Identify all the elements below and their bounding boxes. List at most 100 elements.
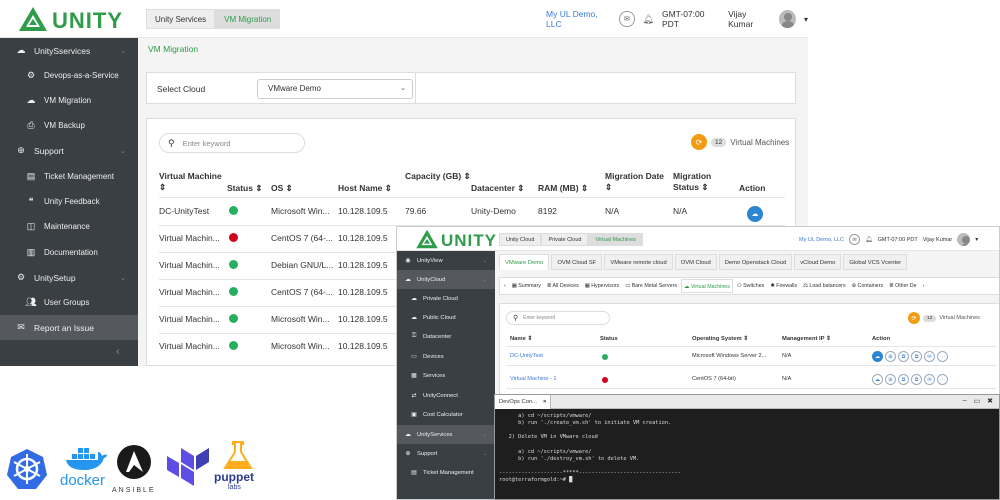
- org-name[interactable]: My UL Demo, LLC: [546, 9, 611, 29]
- unity-logo[interactable]: UNITY: [407, 228, 497, 250]
- vm-name-link[interactable]: Virtual Machine - 1: [510, 376, 557, 382]
- breadcrumb-vm-migration[interactable]: VM Migration: [215, 9, 281, 29]
- cloud-select[interactable]: VMware Demo ⌄: [257, 79, 413, 99]
- column-header[interactable]: Datacenter ⇕: [471, 183, 537, 194]
- snapshot-icon[interactable]: ⧉: [898, 351, 909, 362]
- snapshot-icon[interactable]: ⧉: [898, 374, 909, 385]
- more-icon[interactable]: ⋯: [937, 374, 948, 385]
- resource-tab[interactable]: ▦ Summary: [510, 279, 543, 293]
- resource-tab[interactable]: ⊛ Containers: [850, 279, 886, 293]
- sidebar-item[interactable]: ◫ Maintenance: [0, 214, 138, 239]
- column-header[interactable]: Capacity (GB) ⇕: [405, 171, 471, 182]
- sidebar-item[interactable]: ⚙ Devops-as-a-Service: [0, 63, 138, 88]
- cloud-tab[interactable]: OVM Cloud SF: [551, 254, 603, 270]
- mail-icon[interactable]: ✉: [849, 234, 861, 245]
- mail-icon[interactable]: ✉: [924, 374, 935, 385]
- more-icon[interactable]: ⋯: [937, 351, 948, 362]
- breadcrumb-virtual-machines[interactable]: Virtual Machines: [588, 233, 644, 246]
- sidebar-item[interactable]: ⊕ Support ⌄: [397, 444, 495, 463]
- minimize-icon[interactable]: –: [963, 397, 967, 405]
- resource-tab[interactable]: ☁ Virtual Machines: [681, 279, 733, 293]
- power-icon[interactable]: ☁: [872, 351, 883, 362]
- resource-tab[interactable]: ▦ Hypervisors: [583, 279, 621, 293]
- sidebar-item[interactable]: ⇄ UnityConnect: [397, 386, 495, 405]
- column-header[interactable]: Migration Date ⇕: [605, 171, 671, 193]
- sidebar-item[interactable]: ⚙ UnitySetup ⌄: [0, 265, 138, 290]
- chevron-left-icon[interactable]: ‹: [116, 346, 120, 358]
- sidebar-item[interactable]: ▣ Cost Calculator: [397, 405, 495, 424]
- terminal-output[interactable]: a) cd ~/scripts/vmware/ b) run './create…: [499, 413, 997, 484]
- devops-terminal[interactable]: DevOps Con... × – ▭ ✖ a) cd ~/scripts/vm…: [494, 394, 1000, 500]
- sidebar-item[interactable]: ❝ Unity Feedback: [0, 189, 138, 214]
- sidebar-item[interactable]: ☁ UnitySservices ⌄: [0, 38, 138, 63]
- sidebar-item[interactable]: ☁ UnityCloud ⌄: [397, 270, 495, 289]
- cloud-tab[interactable]: Demo Openstack Cloud: [718, 254, 793, 270]
- cloud-tab[interactable]: Global VCS Vcenter: [843, 254, 908, 270]
- power-icon[interactable]: ☁: [872, 374, 883, 385]
- breadcrumb-private-cloud[interactable]: Private Cloud: [541, 233, 589, 246]
- cloud-upload-action-icon[interactable]: ☁: [747, 206, 763, 222]
- chevron-down-icon[interactable]: ▾: [804, 15, 808, 24]
- sidebar-item[interactable]: ☁ VM Migration: [0, 88, 138, 113]
- breadcrumb-unity-cloud[interactable]: Unity Cloud: [499, 233, 542, 246]
- cloud-tab[interactable]: VMware Demo: [499, 254, 550, 270]
- chevron-down-icon[interactable]: ▾: [975, 236, 978, 243]
- sidebar-item[interactable]: ▥ Documentation: [0, 240, 138, 265]
- column-header[interactable]: RAM (MB) ⇕: [538, 183, 604, 194]
- user-name[interactable]: Vijay Kumar: [728, 9, 771, 29]
- column-header[interactable]: Migration Status ⇕: [673, 171, 739, 193]
- column-header[interactable]: Name ⇕: [510, 336, 532, 342]
- sidebar-item[interactable]: ▤ Ticket Management: [0, 164, 138, 189]
- breadcrumb-unity-services[interactable]: Unity Services: [146, 9, 216, 29]
- terminal-tab[interactable]: DevOps Con... ×: [495, 395, 552, 409]
- console-icon[interactable]: ⊞: [885, 374, 896, 385]
- column-header[interactable]: Status: [600, 336, 618, 342]
- clone-icon[interactable]: ⧉: [911, 351, 922, 362]
- console-icon[interactable]: ⊞: [885, 351, 896, 362]
- resource-tab[interactable]: ▭ Bare Metal Servers: [623, 279, 679, 293]
- user-name[interactable]: Vijay Kumar: [923, 237, 953, 243]
- sidebar-item[interactable]: ☁ Private Cloud: [397, 289, 495, 308]
- bell-icon[interactable]: 🔔︎: [643, 14, 654, 25]
- cloud-tab[interactable]: OVM Cloud: [674, 254, 717, 270]
- cloud-tab[interactable]: VMware remote cloud: [604, 254, 673, 270]
- search-input[interactable]: ⚲ Enter keyword: [159, 133, 305, 153]
- vm-name-link[interactable]: DC-UnityTest: [510, 353, 543, 359]
- resource-tab[interactable]: ›: [921, 279, 927, 293]
- resource-tab[interactable]: ≣ Other De: [887, 279, 918, 293]
- refresh-icon[interactable]: ⟳: [691, 134, 707, 150]
- column-header[interactable]: Virtual Machine ⇕: [159, 171, 225, 193]
- sidebar-item[interactable]: ▤ Ticket Management: [397, 463, 495, 482]
- column-header[interactable]: Operating System ⇕: [692, 336, 748, 342]
- unity-logo[interactable]: UNITY: [18, 6, 138, 33]
- search-input[interactable]: ⚲ Enter keyword: [506, 311, 610, 325]
- sidebar-item[interactable]: ✉ Report an Issue: [0, 315, 138, 340]
- close-icon[interactable]: ×: [543, 399, 546, 405]
- bell-icon[interactable]: 🔔︎: [865, 236, 873, 243]
- column-header[interactable]: OS ⇕: [271, 183, 337, 194]
- sidebar-item[interactable]: 👥︎ User Groups: [0, 290, 138, 315]
- sidebar-item[interactable]: ◉ UnityView ⌄: [397, 251, 495, 270]
- resource-tab[interactable]: ≣ All Devices: [545, 279, 581, 293]
- sidebar-item[interactable]: ⊕ Support ⌄: [0, 138, 138, 163]
- column-header[interactable]: Management IP ⇕: [782, 336, 831, 342]
- sidebar-item[interactable]: ⚿ Datacenter: [397, 327, 495, 346]
- refresh-icon[interactable]: ⟳: [908, 312, 920, 324]
- resource-tab[interactable]: ✸ Firewalls: [768, 279, 799, 293]
- avatar[interactable]: [957, 233, 971, 246]
- column-header[interactable]: Host Name ⇕: [338, 183, 404, 194]
- sidebar-item[interactable]: ☁ UnityServices ⌄: [397, 425, 495, 444]
- column-header[interactable]: Action: [872, 336, 890, 342]
- sidebar-item[interactable]: ▭ Devices: [397, 347, 495, 366]
- clone-icon[interactable]: ⧉: [911, 374, 922, 385]
- column-header[interactable]: Action: [739, 183, 789, 194]
- resource-tab[interactable]: ⚇ Switches: [735, 279, 766, 293]
- sidebar-item[interactable]: ▦ Services: [397, 366, 495, 385]
- close-window-icon[interactable]: ✖: [987, 397, 993, 405]
- cloud-tab[interactable]: vCloud Demo: [794, 254, 842, 270]
- org-name[interactable]: My UL Demo, LLC: [799, 237, 844, 243]
- mail-icon[interactable]: ✉: [924, 351, 935, 362]
- sidebar-item[interactable]: ☁ Public Cloud: [397, 308, 495, 327]
- resource-tab[interactable]: ‹: [502, 279, 508, 293]
- sidebar-item[interactable]: ⎙ VM Backup: [0, 113, 138, 138]
